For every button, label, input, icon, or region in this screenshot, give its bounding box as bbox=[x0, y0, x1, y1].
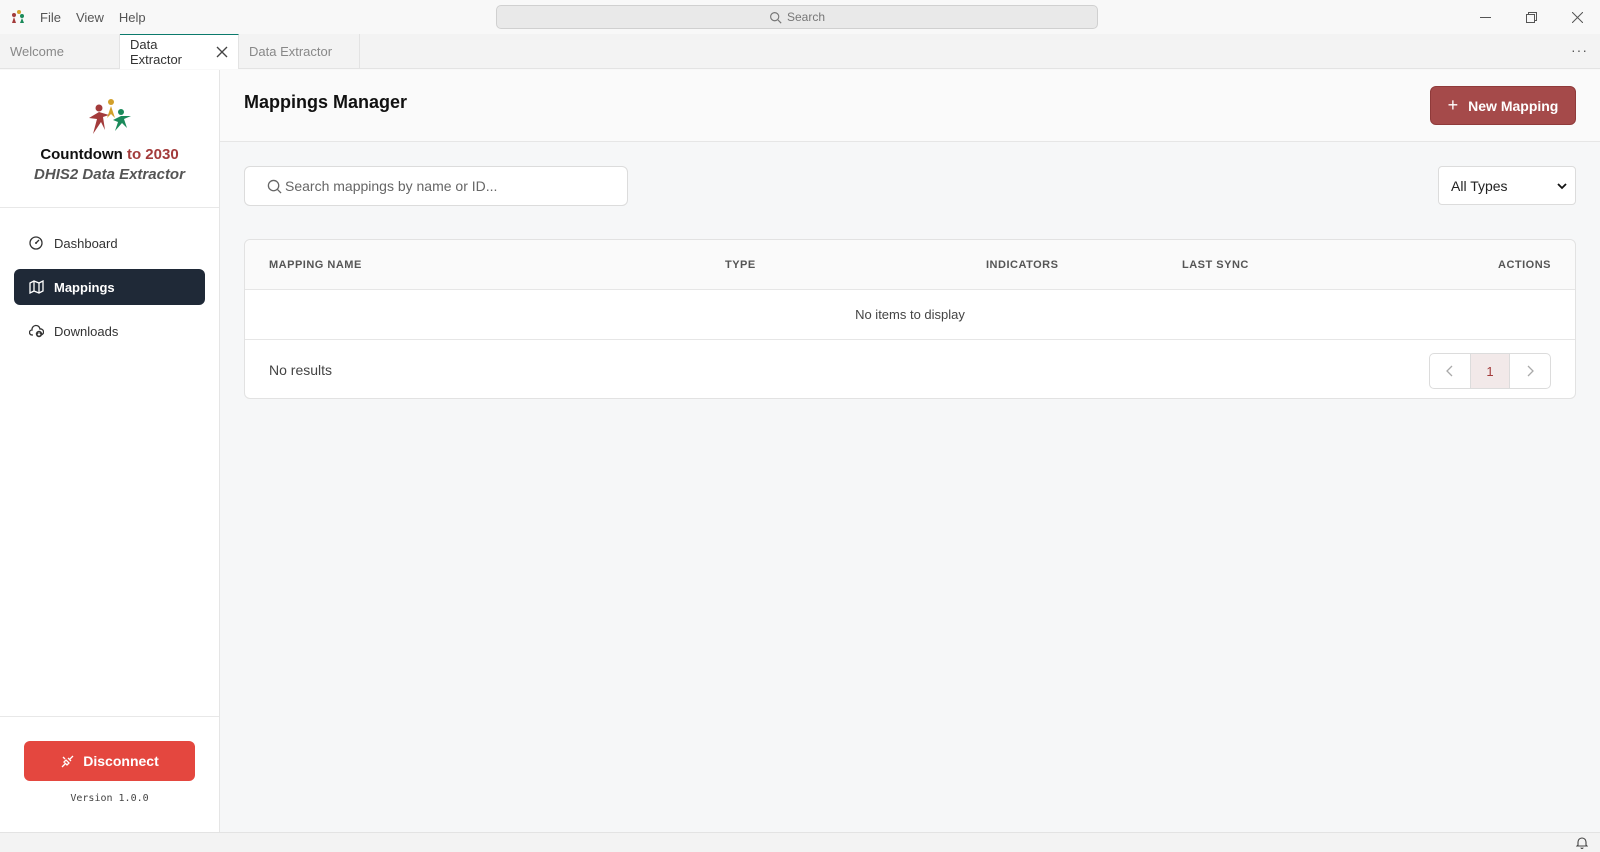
menu-file[interactable]: File bbox=[40, 10, 61, 25]
brand: Countdown to 2030 DHIS2 Data Extractor bbox=[0, 70, 219, 208]
search-icon bbox=[267, 179, 282, 194]
new-mapping-button[interactable]: + New Mapping bbox=[1430, 86, 1576, 125]
tab-data-extractor[interactable]: Data Extractor bbox=[239, 34, 360, 69]
chevron-right-icon bbox=[1527, 365, 1534, 377]
brand-title: Countdown to 2030 bbox=[0, 146, 219, 163]
sidebar: Countdown to 2030 DHIS2 Data Extractor D… bbox=[0, 70, 220, 832]
command-search-placeholder: Search bbox=[786, 10, 826, 24]
prev-page-button[interactable] bbox=[1430, 354, 1470, 388]
sidebar-item-label: Dashboard bbox=[54, 235, 118, 251]
tab-label: Welcome bbox=[10, 44, 64, 59]
status-bar bbox=[0, 832, 1600, 852]
brand-subtitle: DHIS2 Data Extractor bbox=[34, 166, 185, 183]
table-header: MAPPING NAME TYPE INDICATORS LAST SYNC A… bbox=[245, 240, 1575, 290]
unplug-icon bbox=[61, 755, 74, 767]
type-filter-select[interactable]: All Types bbox=[1438, 166, 1576, 205]
chevron-left-icon bbox=[1446, 365, 1453, 377]
minimize-icon bbox=[1479, 16, 1491, 18]
page-header: Mappings Manager + New Mapping bbox=[220, 70, 1600, 142]
search-mappings-input[interactable]: Search mappings by name or ID... bbox=[244, 166, 628, 206]
next-page-button[interactable] bbox=[1510, 354, 1550, 388]
sidebar-footer: Disconnect Version 1.0.0 bbox=[0, 716, 219, 832]
search-placeholder: Search mappings by name or ID... bbox=[285, 178, 498, 194]
brand-title-main: Countdown bbox=[40, 146, 123, 163]
tab-label: Data Extractor bbox=[249, 44, 333, 59]
empty-state-row: No items to display bbox=[245, 290, 1575, 340]
column-header-actions: ACTIONS bbox=[1498, 259, 1551, 271]
column-header-last-sync[interactable]: LAST SYNC bbox=[1182, 259, 1249, 271]
new-mapping-label: New Mapping bbox=[1468, 97, 1559, 114]
title-bar: File View Help Search bbox=[0, 0, 1600, 34]
column-header-mapping-name[interactable]: MAPPING NAME bbox=[269, 259, 362, 271]
tab-close-button[interactable] bbox=[216, 46, 228, 58]
sidebar-item-mappings[interactable]: Mappings bbox=[14, 269, 205, 305]
pagination: 1 bbox=[1429, 353, 1551, 389]
disconnect-button[interactable]: Disconnect bbox=[24, 741, 195, 781]
cloud-download-icon bbox=[28, 323, 44, 339]
tab-data-extractor-active[interactable]: Data Extractor bbox=[120, 34, 239, 69]
app-logo-icon bbox=[12, 10, 24, 23]
menu-help[interactable]: Help bbox=[119, 10, 146, 25]
search-icon bbox=[770, 11, 782, 24]
tab-welcome[interactable]: Welcome bbox=[0, 34, 120, 69]
map-icon bbox=[28, 279, 44, 295]
countdown-logo-icon bbox=[88, 99, 131, 134]
sidebar-item-dashboard[interactable]: Dashboard bbox=[14, 225, 205, 261]
disconnect-label: Disconnect bbox=[83, 753, 159, 769]
restore-button[interactable] bbox=[1508, 0, 1554, 34]
sidebar-item-label: Mappings bbox=[54, 279, 115, 295]
table-footer: No results 1 bbox=[245, 340, 1575, 398]
results-count: No results bbox=[269, 362, 333, 378]
version-label: Version 1.0.0 bbox=[70, 793, 149, 804]
restore-icon bbox=[1525, 11, 1537, 23]
more-actions-icon[interactable]: ··· bbox=[1571, 42, 1588, 58]
mappings-table: MAPPING NAME TYPE INDICATORS LAST SYNC A… bbox=[244, 239, 1576, 399]
column-header-indicators[interactable]: INDICATORS bbox=[986, 259, 1058, 271]
sidebar-item-label: Downloads bbox=[54, 323, 119, 339]
bell-icon[interactable] bbox=[1576, 836, 1588, 849]
plus-icon: + bbox=[1447, 95, 1459, 115]
column-header-type[interactable]: TYPE bbox=[725, 259, 756, 271]
main-content: Mappings Manager + New Mapping Search ma… bbox=[220, 70, 1600, 832]
tab-label: Data Extractor bbox=[130, 37, 183, 67]
brand-title-accent: to 2030 bbox=[126, 146, 179, 163]
chevron-down-icon bbox=[1557, 182, 1567, 189]
close-icon bbox=[216, 46, 228, 58]
gauge-icon bbox=[28, 235, 44, 251]
page-button-current[interactable]: 1 bbox=[1470, 354, 1510, 388]
minimize-button[interactable] bbox=[1462, 0, 1508, 34]
type-filter-value: All Types bbox=[1451, 177, 1508, 194]
sidebar-nav: Dashboard Mappings Downloads bbox=[0, 208, 219, 374]
countdown-logo bbox=[0, 70, 219, 136]
tab-bar: Welcome Data Extractor Data Extractor ··… bbox=[0, 34, 1600, 69]
sidebar-item-downloads[interactable]: Downloads bbox=[14, 313, 205, 349]
page-title: Mappings Manager bbox=[244, 92, 408, 112]
close-icon bbox=[1571, 11, 1583, 23]
command-search[interactable]: Search bbox=[496, 5, 1098, 29]
menu-view[interactable]: View bbox=[76, 10, 104, 25]
close-window-button[interactable] bbox=[1554, 0, 1600, 34]
window-controls bbox=[1462, 0, 1600, 34]
